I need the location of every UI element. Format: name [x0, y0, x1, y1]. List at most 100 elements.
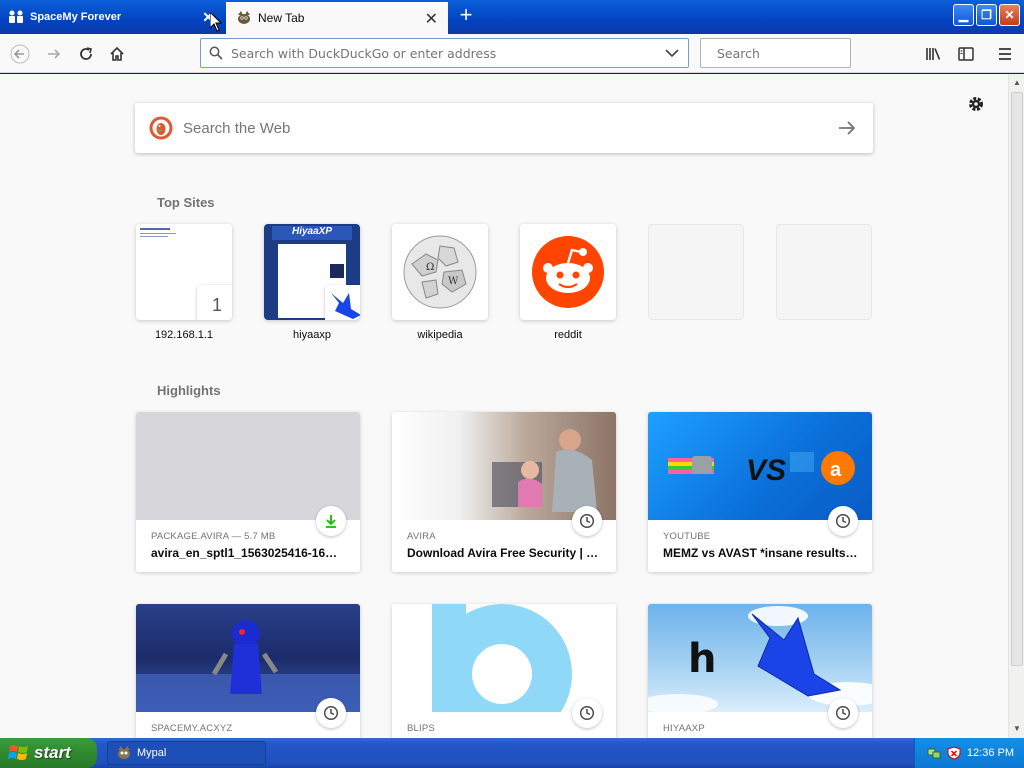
title-bar: SpaceMy Forever ✕ New Tab ✕ + ▁ ❐ ✕	[0, 0, 1024, 34]
top-site-item[interactable]: HiyaaXP hiyaaxp	[264, 224, 360, 341]
search-icon	[209, 46, 223, 60]
scroll-down-icon[interactable]: ▼	[1012, 724, 1022, 734]
highlights-heading: Highlights	[157, 383, 221, 398]
restore-icon: ❐	[981, 8, 992, 22]
mypal-icon	[118, 746, 130, 759]
security-shield-icon[interactable]	[947, 746, 961, 760]
windows-logo-icon	[8, 745, 28, 760]
address-input[interactable]	[231, 45, 662, 61]
network-icon[interactable]	[927, 746, 941, 760]
start-button[interactable]: start	[0, 738, 97, 768]
web-search-box[interactable]	[135, 103, 873, 153]
minimize-icon: ▁	[958, 8, 969, 22]
highlight-card[interactable]: BLIPS	[392, 604, 616, 738]
tile-badge	[325, 285, 360, 320]
library-icon	[926, 48, 941, 60]
highlight-card[interactable]: PACKAGE.AVIRA — 5.7 MB avira_en_sptl1_15…	[136, 412, 360, 572]
card-source: SPACEMY.ACXYZ	[151, 723, 233, 734]
chevron-down-icon[interactable]	[662, 48, 682, 58]
back-arrow-icon	[10, 44, 30, 64]
reload-icon	[80, 47, 92, 60]
taskbar-item-mypal[interactable]: Mypal	[107, 741, 266, 765]
home-button[interactable]	[103, 40, 131, 68]
library-button[interactable]	[920, 40, 948, 68]
forward-arrow-icon	[48, 49, 61, 59]
highlight-card[interactable]: h HIYAAXP	[648, 604, 872, 738]
top-site-item[interactable]: 1 192.168.1.1	[136, 224, 232, 341]
gear-icon[interactable]	[966, 94, 986, 114]
cursor-icon	[210, 12, 222, 32]
card-thumbnail	[392, 412, 616, 520]
navigation-toolbar	[0, 34, 1024, 73]
scrollbar-thumb[interactable]	[1011, 92, 1023, 666]
menu-button[interactable]	[991, 40, 1019, 68]
new-tab-page: Top Sites 1 192.168.1.1 HiyaaXP hiyaaxp	[0, 74, 1008, 738]
top-site-placeholder	[648, 224, 744, 320]
top-site-tile[interactable]	[520, 224, 616, 320]
tab-label: New Tab	[258, 11, 305, 25]
top-site-label: wikipedia	[417, 329, 463, 341]
clock-icon	[572, 506, 602, 536]
card-source: HIYAAXP	[663, 723, 705, 734]
card-source: YOUTUBE	[663, 531, 711, 542]
clock-icon	[828, 698, 858, 728]
tab-spacemy[interactable]: SpaceMy Forever ✕	[0, 2, 224, 32]
system-tray: 12:36 PM	[914, 738, 1024, 768]
card-title: Download Avira Free Security | …	[407, 546, 599, 560]
web-search-input[interactable]	[183, 119, 835, 137]
new-tab-button[interactable]: +	[454, 4, 478, 28]
top-site-item[interactable]: reddit	[520, 224, 616, 341]
svg-text:a: a	[830, 459, 842, 481]
card-source: AVIRA	[407, 531, 436, 542]
windows-taskbar: start Mypal 12:36 PM	[0, 738, 1024, 768]
highlight-card[interactable]: VS a YOUTUBE MEMZ vs AVAST *insane resul…	[648, 412, 872, 572]
top-sites-heading: Top Sites	[157, 195, 215, 210]
wikipedia-globe-icon: Ω W	[403, 235, 477, 309]
search-bar[interactable]	[700, 38, 873, 68]
search-input[interactable]	[717, 45, 873, 61]
clock-icon	[828, 506, 858, 536]
forward-button[interactable]	[40, 40, 68, 68]
spacemy-icon	[8, 10, 24, 24]
restore-button[interactable]: ❐	[976, 4, 997, 26]
top-site-tile[interactable]: 1	[136, 224, 232, 320]
card-thumbnail	[136, 412, 360, 520]
reload-button[interactable]	[72, 40, 100, 68]
empty-tile	[776, 224, 872, 320]
card-title: MEMZ vs AVAST *insane results…	[663, 546, 858, 560]
top-site-label: 192.168.1.1	[154, 329, 214, 341]
clock-icon	[572, 698, 602, 728]
top-site-item[interactable]: Ω W wikipedia	[392, 224, 488, 341]
vertical-scrollbar[interactable]: ▲ ▼	[1008, 74, 1024, 738]
svg-text:W: W	[448, 276, 459, 287]
home-icon	[110, 46, 124, 61]
tab-new-tab[interactable]: New Tab ✕	[226, 2, 448, 34]
card-thumbnail	[136, 604, 360, 712]
reddit-alien-icon	[532, 236, 604, 308]
card-thumbnail: VS a	[648, 412, 872, 520]
card-thumbnail	[392, 604, 616, 738]
duckduckgo-icon	[149, 116, 173, 140]
tile-badge: 1	[197, 285, 232, 320]
top-site-tile[interactable]: Ω W	[392, 224, 488, 320]
mypal-icon	[236, 10, 252, 26]
card-source: PACKAGE.AVIRA — 5.7 MB	[151, 531, 276, 542]
hiyaaxp-thumb-title: HiyaaXP	[272, 226, 352, 240]
address-bar[interactable]	[200, 38, 689, 68]
badge-number: 1	[211, 295, 222, 315]
back-button[interactable]	[6, 40, 34, 68]
highlight-card[interactable]: SPACEMY.ACXYZ	[136, 604, 360, 738]
arrow-right-icon[interactable]	[835, 120, 859, 136]
memz-vs-text: VS	[746, 454, 786, 487]
card-title: avira_en_sptl1_1563025416-16…	[151, 546, 338, 560]
minimize-button[interactable]: ▁	[953, 4, 974, 26]
highlight-card[interactable]: AVIRA Download Avira Free Security | …	[392, 412, 616, 572]
scroll-up-icon[interactable]: ▲	[1012, 78, 1022, 88]
download-icon	[316, 506, 346, 536]
sidebar-button[interactable]	[952, 40, 980, 68]
close-window-button[interactable]: ✕	[999, 4, 1020, 26]
hamburger-menu-icon	[999, 48, 1011, 60]
close-tab-icon[interactable]: ✕	[425, 9, 438, 29]
top-site-tile[interactable]: HiyaaXP	[264, 224, 360, 320]
blue-fox-icon	[331, 293, 360, 319]
